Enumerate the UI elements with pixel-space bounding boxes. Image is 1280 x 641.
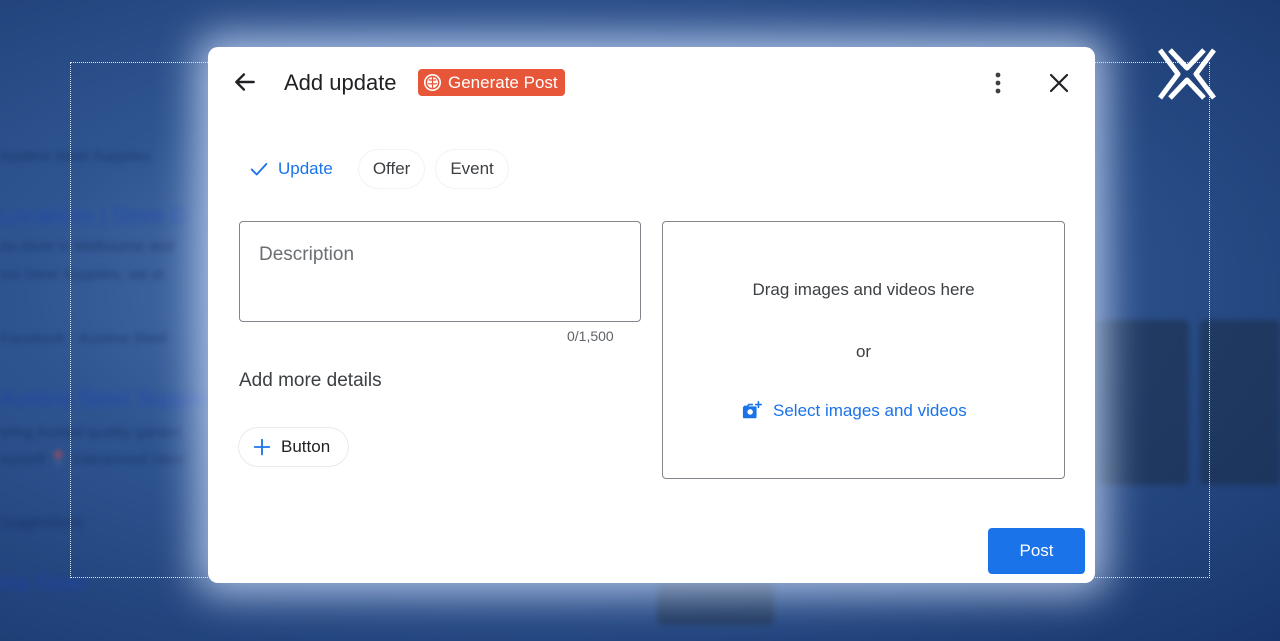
plus-icon (253, 438, 271, 456)
tab-label: Update (278, 159, 333, 178)
tab-label: Event (450, 159, 494, 178)
dialog-title: Add update (284, 70, 397, 95)
brand-logo-icon (1156, 46, 1218, 102)
arrow-left-icon (235, 73, 255, 91)
close-icon (1049, 73, 1069, 93)
tab-offer[interactable]: Offer (359, 150, 424, 188)
add-button-button[interactable]: Button (239, 428, 348, 466)
generate-post-button[interactable]: Generate Post (418, 69, 565, 96)
more-details-heading: Add more details (239, 370, 382, 391)
drop-zone-text: Drag images and videos here (752, 280, 975, 299)
select-media-link[interactable]: Select images and videos (741, 400, 967, 422)
post-button[interactable]: Post (988, 528, 1085, 574)
close-button[interactable] (1046, 70, 1072, 96)
back-button[interactable] (230, 67, 260, 97)
select-media-label: Select images and videos (773, 401, 967, 420)
bg-image-card (1200, 320, 1280, 485)
media-drop-zone[interactable]: Drag images and videos here or Select im… (662, 221, 1065, 479)
more-vert-icon (995, 72, 1001, 94)
tab-update[interactable]: Update (238, 150, 347, 188)
char-counter: 0/1,500 (567, 328, 614, 344)
check-icon (250, 163, 268, 176)
add-photo-icon (742, 401, 762, 419)
generate-post-label: Generate Post (448, 72, 558, 92)
brain-icon (423, 73, 442, 92)
drop-zone-or: or (855, 342, 872, 361)
add-update-dialog: Add update Generate Post Update Offer Ev… (208, 47, 1095, 583)
description-input[interactable] (240, 222, 640, 321)
tab-label: Offer (372, 159, 411, 178)
tab-event[interactable]: Event (436, 150, 507, 188)
bg-image-card (657, 583, 774, 625)
more-options-button[interactable] (986, 69, 1010, 97)
description-field (239, 221, 641, 322)
add-button-label: Button (281, 437, 331, 456)
post-type-tabs: Update Offer Event (238, 150, 508, 188)
